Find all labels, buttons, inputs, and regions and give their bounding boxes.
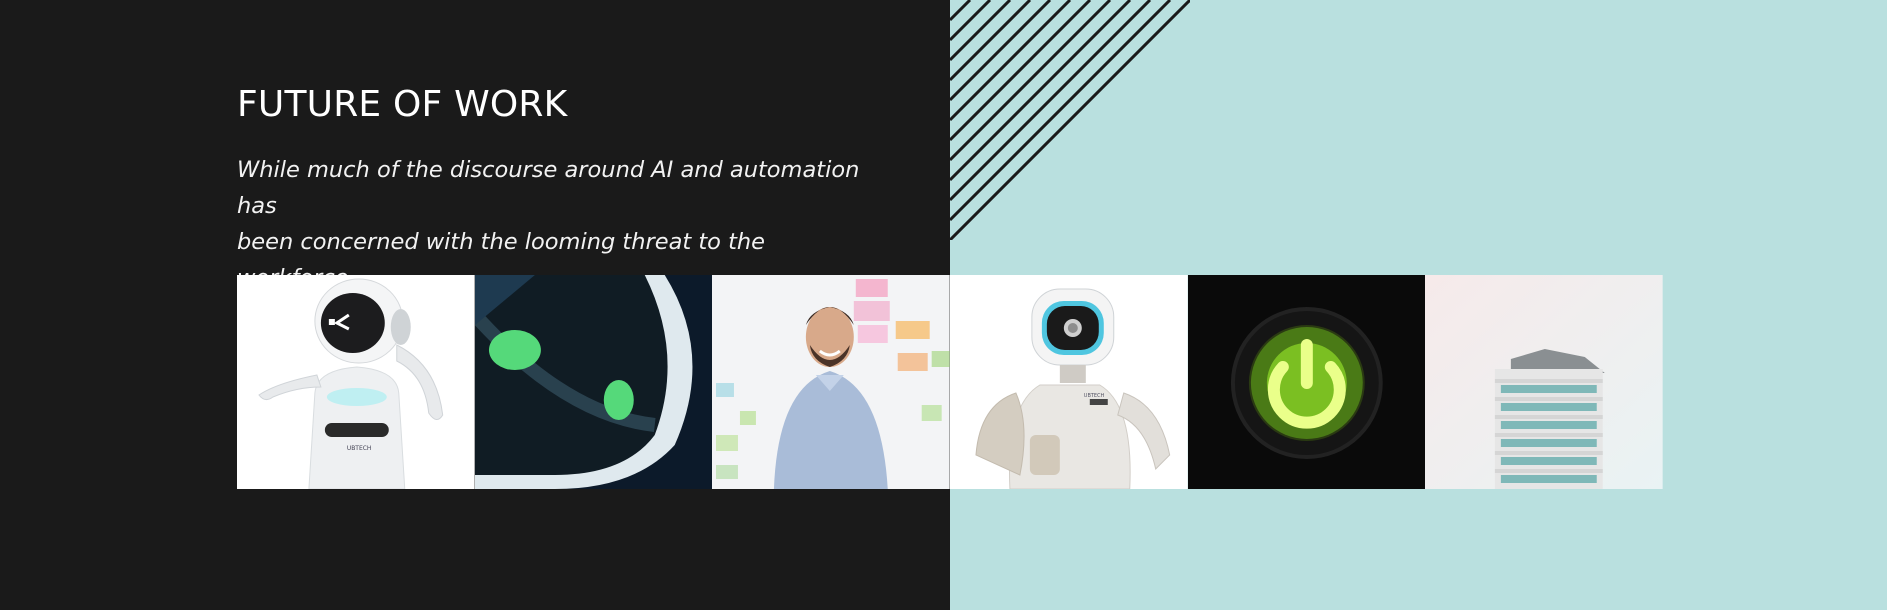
description-line-1: While much of the discourse around AI an…: [237, 157, 860, 219]
diagonal-stripes-pattern: [950, 0, 1190, 240]
gallery-image-green-power-button[interactable]: [1187, 275, 1426, 489]
gallery-image-robot-closeup-green-eyes[interactable]: [474, 275, 713, 489]
page-title: FUTURE OF WORK: [237, 84, 568, 125]
gallery-image-smiling-man-sticky-notes[interactable]: [712, 275, 950, 489]
gallery-image-office-building-pink-sky[interactable]: [1425, 275, 1663, 489]
svg-text:UBTECH: UBTECH: [1084, 393, 1105, 399]
image-gallery: UBTECH UBTECH: [237, 275, 1663, 489]
gallery-image-robot-white-winking[interactable]: UBTECH: [237, 275, 475, 489]
gallery-image-humanoid-robot-silver[interactable]: UBTECH: [949, 275, 1188, 489]
svg-text:UBTECH: UBTECH: [347, 445, 372, 452]
